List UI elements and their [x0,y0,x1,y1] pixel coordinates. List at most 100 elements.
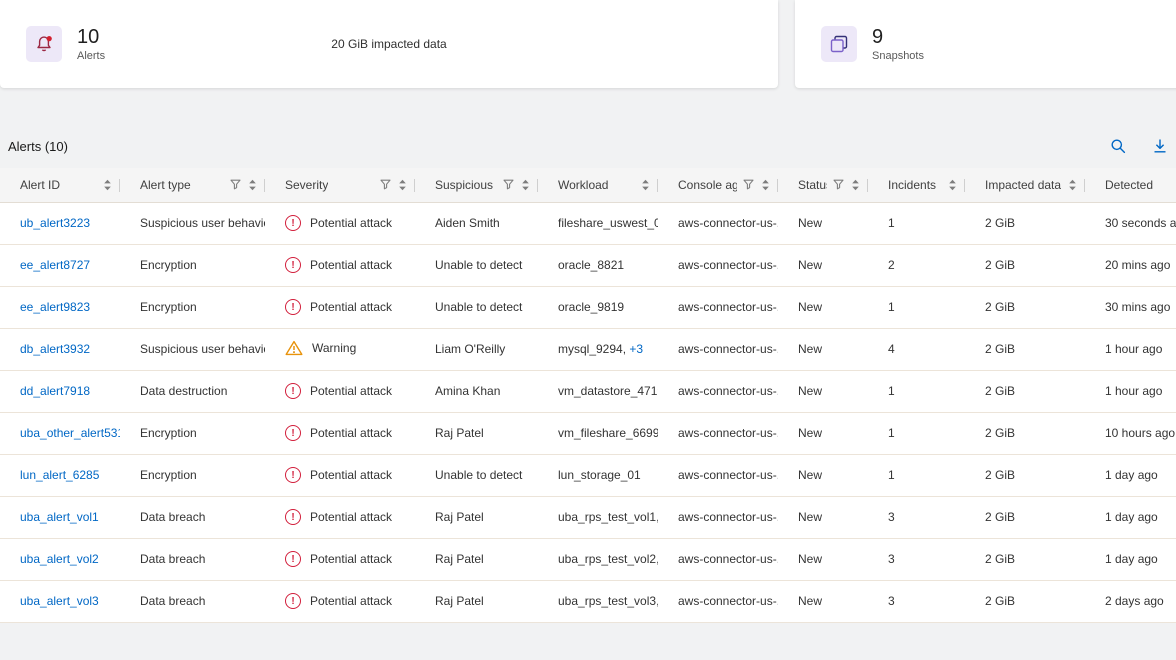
cell-severity: !Potential attack [265,202,415,244]
cell-severity: ! Potential attack [265,454,415,496]
cell-alert-id: dd_alert7918 [0,370,120,412]
sort-arrows-icon[interactable] [948,179,957,191]
table-toolbar [1110,138,1170,154]
column-header-detected[interactable]: Detected [1085,168,1176,202]
table-row[interactable]: uba_alert_vol1Data breach!Potential atta… [0,496,1176,538]
sort-arrows-icon[interactable] [1068,179,1077,191]
column-header-impacted-data[interactable]: Impacted data [965,168,1085,202]
alert-id-link[interactable]: ee_alert8727 [20,258,90,272]
alert-id-link[interactable]: uba_other_alert5319 [20,426,120,440]
cell-severity: !Potential attack [265,244,415,286]
column-header-workload[interactable]: Workload [538,168,658,202]
table-row[interactable]: ub_alert3223Suspicious user behavior!Pot… [0,202,1176,244]
cell-alert-type: Data breach [120,580,265,622]
cell-workload: oracle_8821 [538,244,658,286]
column-label: Incidents [888,178,936,192]
column-header-console-agent[interactable]: Console agent [658,168,778,202]
alert-id-link[interactable]: uba_alert_vol2 [20,552,99,566]
sort-arrows-icon[interactable] [103,179,112,191]
alerts-summary-card[interactable]: 10 Alerts 20 GiB impacted data [0,0,778,88]
cell-severity: ! Potential attack [265,538,415,580]
cell-impacted-data: 2 GiB [965,286,1085,328]
cell-severity: Warning [265,328,415,370]
severity-label: Potential attack [310,384,392,398]
table-row[interactable]: dd_alert7918Data destruction!Potential a… [0,370,1176,412]
cell-console-agent: aws-connector-us-... [658,412,778,454]
cell-workload: vm_datastore_4719, + [538,370,658,412]
column-header-incidents[interactable]: Incidents [868,168,965,202]
column-label: Alert ID [20,178,60,192]
critical-severity-icon: ! [285,509,301,525]
cell-suspicious-user: Amina Khan [415,370,538,412]
cell-impacted-data: 2 GiB [965,244,1085,286]
workload-more-link[interactable]: +3 [626,342,643,356]
severity-label: Potential attack [310,468,392,482]
cell-detected: 1 day ago [1085,538,1176,580]
cell-workload: uba_rps_test_vol3, +2 [538,580,658,622]
cell-alert-type: Data breach [120,496,265,538]
alert-id-link[interactable]: db_alert3932 [20,342,90,356]
filter-funnel-icon[interactable] [743,179,754,190]
cell-console-agent: aws-connector-us-... [658,370,778,412]
cell-workload: fileshare_uswest_02_3: [538,202,658,244]
table-row[interactable]: ee_alert9823Encryption!Potential attackU… [0,286,1176,328]
table-row[interactable]: uba_alert_vol3Data breach!Potential atta… [0,580,1176,622]
table-row[interactable]: uba_other_alert5319Encryption!Potential … [0,412,1176,454]
cell-workload: lun_storage_01 [538,454,658,496]
cell-status: New [778,454,868,496]
cell-detected: 1 hour ago [1085,328,1176,370]
sort-arrows-icon[interactable] [851,179,860,191]
search-icon[interactable] [1110,138,1126,154]
sort-arrows-icon[interactable] [761,179,770,191]
sort-arrows-icon[interactable] [521,179,530,191]
filter-funnel-icon[interactable] [380,179,391,190]
table-row[interactable]: lun_alert_6285Encryption!Potential attac… [0,454,1176,496]
filter-funnel-icon[interactable] [230,179,241,190]
snapshots-icon-box [821,26,857,62]
severity-label: Warning [312,341,356,355]
alert-id-link[interactable]: uba_alert_vol1 [20,510,99,524]
alert-id-link[interactable]: ee_alert9823 [20,300,90,314]
cell-status: New [778,538,868,580]
cell-suspicious-user: Liam O'Reilly [415,328,538,370]
critical-severity-icon: ! [285,467,301,483]
cell-alert-type: Data destruction [120,370,265,412]
workload-name: mysql_9294, [558,342,626,356]
column-header-severity[interactable]: Severity [265,168,415,202]
cell-incidents: 1 [868,412,965,454]
column-header-suspicious-u[interactable]: Suspicious u... [415,168,538,202]
cell-workload: mysql_9294, +3 [538,328,658,370]
cell-alert-id: uba_alert_vol3 [0,580,120,622]
cell-console-agent: aws-connector-us-... [658,538,778,580]
workload-name: uba_rps_test_vol1, [558,510,658,524]
download-icon[interactable] [1152,138,1168,154]
sort-arrows-icon[interactable] [398,179,407,191]
snapshots-summary-card[interactable]: 9 Snapshots [795,0,1176,88]
column-header-alert-id[interactable]: Alert ID [0,168,120,202]
sort-arrows-icon[interactable] [641,179,650,191]
cell-incidents: 1 [868,370,965,412]
cell-console-agent: aws-connector-us-... [658,202,778,244]
alert-id-link[interactable]: uba_alert_vol3 [20,594,99,608]
sort-arrows-icon[interactable] [248,179,257,191]
column-header-status[interactable]: Status [778,168,868,202]
alert-id-link[interactable]: lun_alert_6285 [20,468,99,482]
severity-label: Potential attack [310,552,392,566]
cell-impacted-data: 2 GiB [965,454,1085,496]
column-label: Status [798,178,827,192]
table-row[interactable]: uba_alert_vol2Data breach!Potential atta… [0,538,1176,580]
cell-alert-type: Encryption [120,244,265,286]
filter-funnel-icon[interactable] [833,179,844,190]
alert-id-link[interactable]: dd_alert7918 [20,384,90,398]
workload-name: lun_storage_01 [558,468,641,482]
alert-id-link[interactable]: ub_alert3223 [20,216,90,230]
filter-funnel-icon[interactable] [503,179,514,190]
table-row[interactable]: db_alert3932Suspicious user behavior War… [0,328,1176,370]
critical-severity-icon: ! [285,551,301,567]
cell-detected: 30 mins ago [1085,286,1176,328]
table-row[interactable]: ee_alert8727Encryption!Potential attackU… [0,244,1176,286]
column-header-alert-type[interactable]: Alert type [120,168,265,202]
severity-label: Potential attack [310,594,392,608]
cell-alert-id: lun_alert_6285 [0,454,120,496]
alerts-table: Alert ID Alert type Severity Suspicious … [0,168,1176,623]
